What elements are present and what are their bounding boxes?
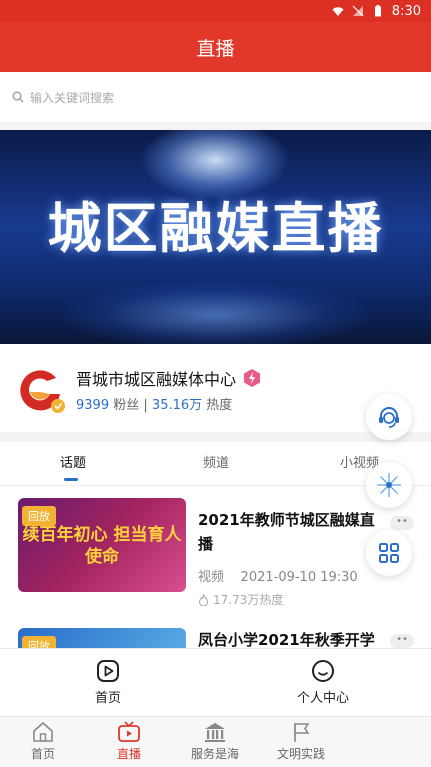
no-signal-icon	[352, 5, 364, 17]
wifi-icon	[332, 7, 344, 16]
channel-stats: 9399 粉丝 | 35.16万 热度	[76, 394, 232, 413]
status-bar: 8:30	[0, 0, 431, 22]
item-heat-text: 17.73万热度	[213, 593, 284, 607]
nav-civilization-label: 文明实践	[276, 747, 325, 761]
item-title[interactable]: 凤台小学2021年秋季开学	[198, 628, 388, 648]
search-icon	[12, 91, 24, 103]
banner-stage	[60, 280, 370, 344]
dandelion-button[interactable]	[366, 462, 412, 508]
banner-title: 城区融媒直播	[47, 197, 384, 260]
subnav-profile-label: 个人中心	[296, 691, 349, 706]
nav-service-label: 服务是海	[190, 747, 239, 761]
subnav-home-label: 首页	[94, 691, 121, 706]
live-list: 回放 续百年初心 担当育人使命 2021年教师节城区融媒直播 •• 视频 202…	[0, 486, 431, 648]
heat-label: 热度	[206, 398, 233, 413]
nav-service[interactable]: 服务是海	[172, 721, 258, 762]
search-input[interactable]: 输入关键词搜索	[8, 84, 423, 110]
item-category: 视频	[198, 570, 225, 585]
item-thumbnail[interactable]: 回放	[18, 628, 186, 648]
thumbnail-caption: 续百年初心 担当育人使命	[22, 525, 182, 567]
active-tab-indicator	[64, 478, 78, 481]
item-heat: 17.73万热度	[198, 591, 283, 608]
apps-grid-button[interactable]	[366, 530, 412, 576]
channel-name: 晋城市城区融媒体中心	[76, 370, 237, 389]
replay-badge: 回放	[22, 636, 56, 648]
item-meta: 视频 2021-09-10 19:30	[198, 566, 358, 585]
dandelion-icon	[377, 473, 401, 497]
list-item[interactable]: 回放 凤台小学2021年秋季开学 ••	[0, 628, 431, 648]
search-placeholder: 输入关键词搜索	[30, 90, 115, 105]
fans-label: 粉丝	[113, 398, 140, 413]
item-title[interactable]: 2021年教师节城区融媒直播	[198, 508, 388, 556]
verified-badge-icon	[244, 369, 261, 387]
banner[interactable]: 城区融媒直播	[0, 130, 431, 344]
search-bar: 输入关键词搜索	[0, 72, 431, 122]
list-item[interactable]: 回放 续百年初心 担当育人使命 2021年教师节城区融媒直播 •• 视频 202…	[0, 498, 431, 628]
page-title: 直播	[196, 37, 235, 60]
tab-topics[interactable]: 话题	[60, 452, 86, 471]
customer-service-button[interactable]	[366, 394, 412, 440]
headset-icon	[379, 407, 399, 428]
nav-civilization[interactable]: 文明实践	[258, 721, 344, 762]
tab-channels[interactable]: 频道	[203, 452, 229, 471]
home-icon	[33, 722, 53, 742]
more-button[interactable]: ••	[390, 634, 414, 648]
replay-badge: 回放	[22, 506, 56, 526]
flag-icon	[294, 723, 310, 742]
bottom-nav: 首页 直播 服务是海 文明实践	[0, 716, 431, 767]
channel-logo	[18, 368, 65, 413]
fans-count: 9399	[76, 398, 110, 413]
header: 直播	[0, 22, 431, 72]
nav-live-label: 直播	[116, 747, 141, 761]
subnav-profile[interactable]: 个人中心	[268, 659, 378, 706]
item-thumbnail[interactable]: 回放 续百年初心 担当育人使命	[18, 498, 186, 592]
channel-subnav: 首页 个人中心	[0, 648, 431, 716]
tv-icon	[118, 721, 140, 742]
heat-count: 35.16万	[151, 398, 203, 413]
channel-name-row: 晋城市城区融媒体中心	[76, 366, 262, 390]
flame-icon	[198, 593, 209, 606]
more-button[interactable]: ••	[390, 516, 414, 530]
grid-icon	[379, 543, 399, 563]
play-square-icon	[97, 660, 119, 682]
smile-icon	[312, 660, 334, 682]
item-datetime: 2021-09-10 19:30	[240, 570, 358, 585]
nav-home[interactable]: 首页	[0, 721, 86, 762]
nav-live[interactable]: 直播	[86, 721, 172, 762]
nav-home-label: 首页	[30, 747, 55, 761]
bank-icon	[205, 723, 225, 742]
status-time: 8:30	[391, 3, 421, 19]
battery-icon	[374, 5, 381, 17]
subnav-home[interactable]: 首页	[53, 659, 163, 706]
stats-separator: |	[143, 398, 148, 413]
